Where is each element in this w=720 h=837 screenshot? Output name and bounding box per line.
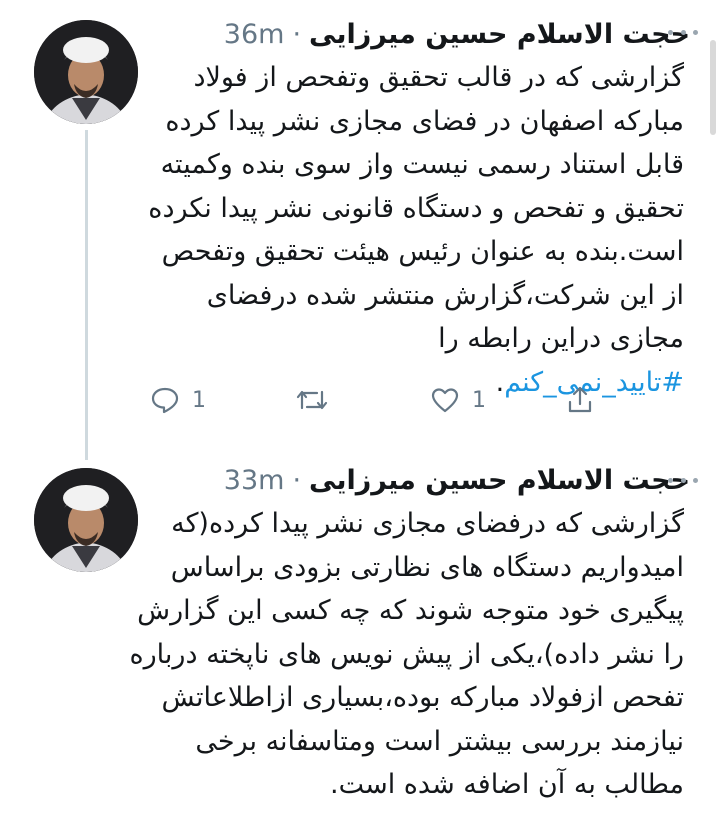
separator: · (292, 464, 302, 496)
tweet-body: گزارشی که در قالب تحقیق وتفحص از فولاد م… (148, 62, 684, 354)
reply-icon (150, 385, 180, 415)
share-button[interactable] (565, 380, 595, 420)
tweet-header: حجت الاسلام حسین میرزایی · 36m (224, 14, 690, 54)
retweet-icon (295, 385, 329, 415)
timestamp[interactable]: 33m (224, 465, 285, 496)
like-button[interactable]: 1 (430, 380, 486, 420)
heart-icon (430, 386, 460, 414)
more-options-icon[interactable] (668, 470, 698, 490)
like-count: 1 (472, 387, 486, 413)
tweet-header: حجت الاسلام حسین میرزایی · 33m (224, 460, 690, 500)
tweet-body: گزارشی که درفضای مجازی نشر پیدا کرده(که … (129, 508, 685, 800)
reply-count: 1 (192, 387, 206, 413)
separator: · (292, 18, 302, 50)
author-name[interactable]: حجت الاسلام حسین میرزایی (309, 465, 690, 496)
reply-button[interactable]: 1 (150, 380, 206, 420)
avatar[interactable] (34, 20, 138, 124)
share-icon (565, 385, 595, 415)
timestamp[interactable]: 36m (224, 19, 285, 50)
more-options-icon[interactable] (668, 22, 698, 42)
thread-line (85, 130, 88, 460)
author-name[interactable]: حجت الاسلام حسین میرزایی (309, 19, 690, 50)
scrollbar[interactable] (710, 40, 716, 135)
tweet-text: گزارشی که در قالب تحقیق وتفحص از فولاد م… (144, 56, 684, 404)
tweet[interactable]: حجت الاسلام حسین میرزایی · 36m گزارشی که… (0, 0, 720, 460)
avatar[interactable] (34, 468, 138, 572)
tweet-actions: 1 1 (150, 380, 600, 420)
tweet-text: گزارشی که درفضای مجازی نشر پیدا کرده(که … (124, 502, 685, 807)
retweet-button[interactable] (295, 380, 329, 420)
tweet[interactable]: حجت الاسلام حسین میرزایی · 33m گزارشی که… (0, 450, 720, 837)
